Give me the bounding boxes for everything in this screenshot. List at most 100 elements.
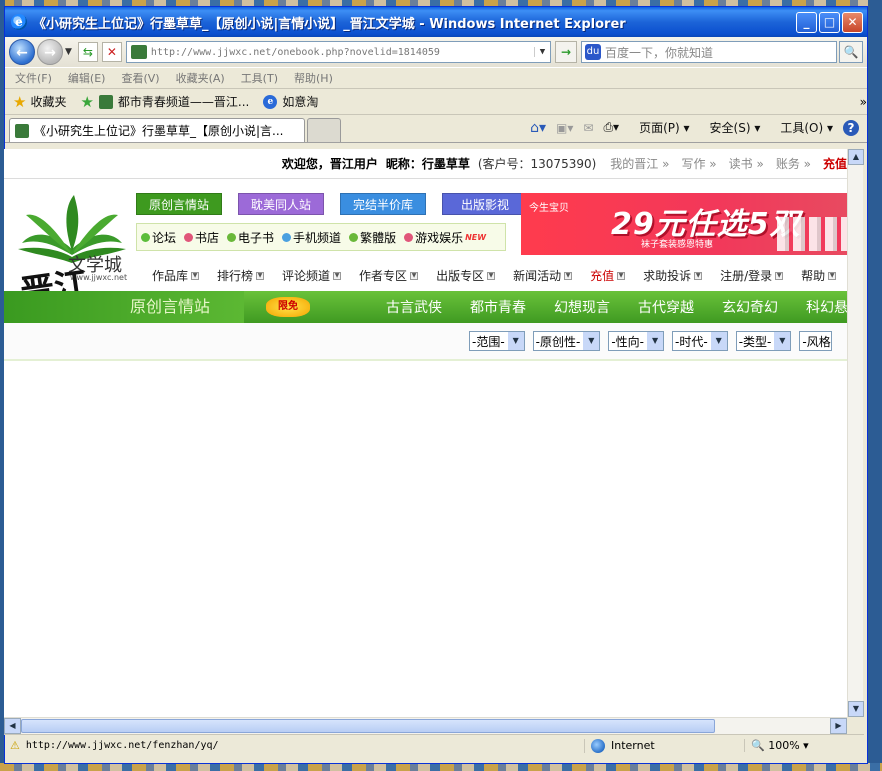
site-favicon [98,94,113,109]
dropdown-icon: ▼ [487,272,496,280]
link-traditional[interactable]: 繁體版 [349,229,396,246]
safety-menu[interactable]: 安全(S) ▾ [700,119,761,136]
feeds-icon[interactable]: ▣▾ [556,121,573,135]
horizontal-scrollbar[interactable]: ◀ ▶ [4,717,847,734]
back-button[interactable]: ← [9,39,35,65]
nav-help[interactable]: 帮助 ▼ [801,267,837,284]
menu-tools[interactable]: 工具(T) [241,70,278,86]
favorite-link-ruyitao[interactable]: e 如意淘 [263,93,318,110]
menu-favorites[interactable]: 收藏夹(A) [176,70,225,86]
nav-reviews[interactable]: 评论频道 ▼ [282,267,342,284]
favorites-button[interactable]: ★ 收藏夹 [13,93,66,111]
print-icon[interactable]: ⎙▾ [603,120,619,135]
filter-style[interactable]: -风格 [799,331,832,351]
link-write[interactable]: 写作 » [681,155,716,172]
add-favorite-icon[interactable]: ★ [80,93,93,111]
dropdown-arrow-icon: ▼ [647,332,664,350]
help-icon[interactable]: ? [843,119,859,136]
current-site-label: 原创言情站 [4,291,244,323]
tab-current[interactable]: 《小研究生上位记》行墨草草_【原创小说|言... [9,118,305,142]
page-menu[interactable]: 页面(P) ▾ [629,119,689,136]
maximize-button[interactable]: □ [819,11,840,33]
title-bar[interactable]: e 《小研究生上位记》行墨草草_【原创小说|言情小说】_晋江文学城 - Wind… [5,7,867,37]
page-viewport: 欢迎您，晋江用户 昵称：行墨草草 (客户号：13075390) 我的晋江 » 写… [4,149,847,717]
address-url[interactable]: http://www.jjwxc.net/onebook.php?novelid… [151,47,534,58]
menu-file[interactable]: 文件(F) [15,70,52,86]
address-dropdown-icon[interactable]: ▼ [534,47,550,57]
nav-works[interactable]: 作品库 ▼ [152,267,200,284]
link-account[interactable]: 账务 » [776,155,811,172]
socks-image [777,217,847,251]
link-games[interactable]: 游戏娱乐 NEW [404,229,486,246]
tools-menu[interactable]: 工具(O) ▾ [770,119,833,136]
nav-news[interactable]: 新闻活动 ▼ [513,267,573,284]
scroll-up-icon[interactable]: ▲ [848,149,864,165]
link-ebook[interactable]: 电子书 [227,229,274,246]
link-mobile-label: 手机频道 [293,230,342,245]
channel-dushi[interactable]: 都市青春 [470,297,526,317]
nav-recharge[interactable]: 充值 ▼ [590,267,626,284]
channel-kehuan[interactable]: 科幻悬疑 [806,297,847,317]
scroll-left-icon[interactable]: ◀ [4,718,21,734]
search-placeholder[interactable]: 百度一下，你就知道 [605,44,713,61]
btn-wanjie[interactable]: 完结半价库 [340,193,426,215]
menu-help[interactable]: 帮助(H) [294,70,333,86]
filter-scope[interactable]: -范围- ▼ [469,331,525,351]
channel-xuanhuan[interactable]: 玄幻奇幻 [722,297,778,317]
favorite-link-label: 都市青春频道——晋江... [117,95,250,109]
channel-chuanyue[interactable]: 古代穿越 [638,297,694,317]
bullet-icon [141,232,150,242]
scroll-thumb[interactable] [21,719,715,733]
scroll-right-icon[interactable]: ▶ [830,718,847,734]
close-button[interactable]: ✕ [842,11,863,33]
free-badge[interactable]: 限免 [266,297,310,317]
channel-huanxiang[interactable]: 幻想现言 [554,297,610,317]
address-bar[interactable]: http://www.jjwxc.net/onebook.php?novelid… [125,41,551,63]
search-button[interactable]: 🔍 [839,41,863,63]
nav-publishing[interactable]: 出版专区 ▼ [436,267,496,284]
btn-chuban[interactable]: 出版影视 [442,193,528,215]
menu-view[interactable]: 查看(V) [121,70,159,86]
stop-button[interactable]: ✕ [101,42,122,62]
link-read[interactable]: 读书 » [729,155,764,172]
welcome-text: 欢迎您，晋江用户 [281,157,378,171]
go-button[interactable]: → [555,41,577,63]
mail-icon[interactable]: ✉ [583,121,593,135]
toolbar-chevron-icon[interactable]: » [860,95,867,109]
forward-button[interactable]: → [37,39,63,65]
link-mobile[interactable]: 手机频道 [282,229,341,246]
filter-originality[interactable]: -原创性- ▼ [532,331,601,351]
link-recharge[interactable]: 充值 [823,155,847,172]
btn-danmei[interactable]: 耽美同人站 [238,193,324,215]
new-tab-button[interactable] [307,118,341,142]
link-my-jinjiang[interactable]: 我的晋江 » [610,155,669,172]
security-zone[interactable]: Internet [584,738,744,753]
nav-authors[interactable]: 作者专区 ▼ [359,267,419,284]
history-dropdown-icon[interactable]: ▼ [65,47,72,57]
link-forum[interactable]: 论坛 [141,229,176,246]
refresh-button[interactable]: ⇆ [77,42,98,62]
scroll-down-icon[interactable]: ▼ [848,701,864,717]
link-bookstore[interactable]: 书店 [184,229,219,246]
nav-register-login[interactable]: 注册/登录 ▼ [720,267,784,284]
zoom-control[interactable]: 🔍 100% ▾ [744,739,864,752]
home-icon[interactable]: ⌂▾ [530,120,546,136]
channel-guyan[interactable]: 古言武侠 [386,297,442,317]
filter-type-value: -类型- [738,334,772,349]
favorite-link-dushi[interactable]: 都市青春频道——晋江... [98,93,250,110]
nav-rankings[interactable]: 排行榜 ▼ [217,267,265,284]
vertical-scrollbar[interactable]: ▲ ▼ [847,149,864,717]
menu-edit[interactable]: 编辑(E) [68,70,106,86]
filter-type[interactable]: -类型- ▼ [735,331,792,351]
main-nav: 作品库 ▼ 排行榜 ▼ 评论频道 ▼ 作者专区 ▼ 出版专区 ▼ 新闻活动 ▼ 充值 ▼ 求助… [136,262,847,288]
nav-help-complaints[interactable]: 求助投诉 ▼ [643,267,703,284]
ad-banner[interactable]: 今生宝贝 29元任选5双 袜子套装感恩特惠 [521,193,847,255]
nav-publishing-label: 出版专区 [436,268,485,283]
filter-era[interactable]: -时代- ▼ [672,331,728,351]
dropdown-icon: ▼ [617,272,626,280]
search-box[interactable]: du 百度一下，你就知道 [581,41,837,63]
btn-yanqing[interactable]: 原创言情站 [136,193,222,215]
site-logo[interactable]: 文学城 www.jjwxc.net 晋江 [12,191,132,314]
minimize-button[interactable]: _ [796,11,817,33]
filter-orientation[interactable]: -性向- ▼ [608,331,665,351]
